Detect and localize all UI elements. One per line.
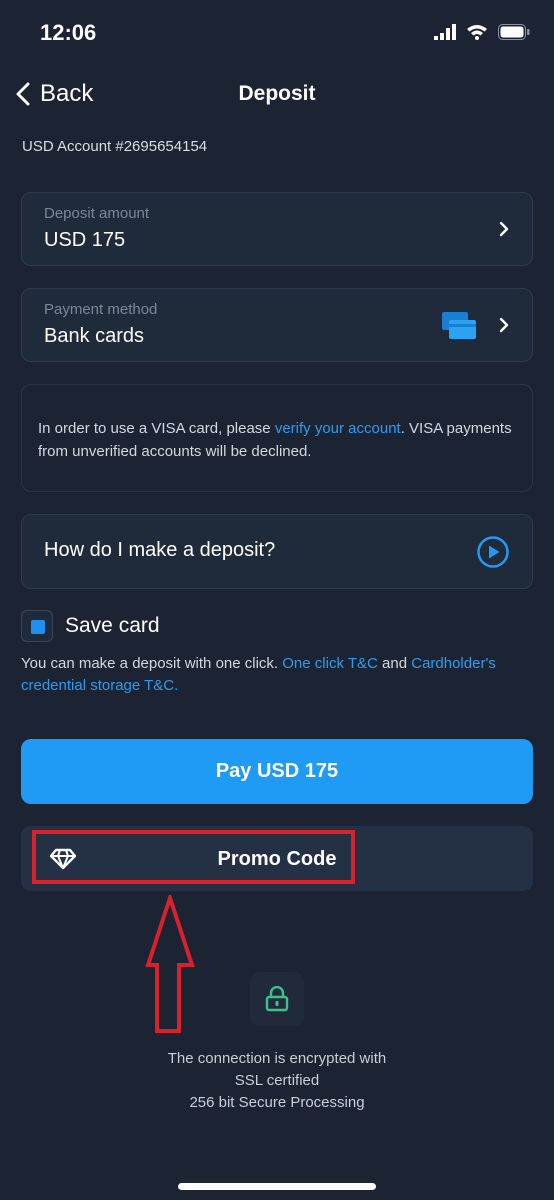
bank-cards-icon <box>442 312 476 339</box>
verify-account-link[interactable]: verify your account <box>275 420 401 437</box>
status-time: 12:06 <box>40 20 97 45</box>
one-click-text: You can make a deposit with one click. <box>21 655 283 672</box>
one-click-and: and <box>377 655 412 672</box>
lock-icon <box>265 986 289 1012</box>
pay-button[interactable]: Pay USD 175 <box>21 739 533 804</box>
security-line-1: The connection is encrypted with <box>167 1050 387 1067</box>
deposit-amount-label: Deposit amount <box>44 205 150 222</box>
save-card-row[interactable]: Save card <box>21 610 160 642</box>
lock-badge <box>250 972 304 1026</box>
chevron-right-icon <box>499 221 509 237</box>
deposit-amount-field[interactable]: Deposit amount USD 175 <box>21 192 533 266</box>
cellular-signal-icon <box>434 24 456 40</box>
save-card-label: Save card <box>65 614 160 637</box>
checkbox-checked-mark <box>31 620 45 634</box>
payment-method-field[interactable]: Payment method Bank cards <box>21 288 533 362</box>
payment-method-label: Payment method <box>44 301 158 318</box>
home-indicator[interactable] <box>178 1183 376 1190</box>
one-click-info: You can make a deposit with one click. O… <box>21 653 536 697</box>
status-bar: 12:06 <box>0 0 554 70</box>
page-title: Deposit <box>238 82 316 105</box>
save-card-checkbox[interactable] <box>21 610 53 642</box>
payment-method-value: Bank cards <box>44 325 145 347</box>
battery-icon <box>498 24 530 40</box>
chevron-right-icon <box>499 317 509 333</box>
visa-verification-notice: In order to use a VISA card, please veri… <box>21 384 533 492</box>
security-line-3: 256 bit Secure Processing <box>189 1094 365 1111</box>
notice-text: In order to use a VISA card, please <box>38 420 275 437</box>
promo-code-button[interactable]: Promo Code <box>21 826 533 891</box>
wifi-icon <box>467 25 487 40</box>
security-line-2: SSL certified <box>234 1072 320 1089</box>
deposit-amount-value: USD 175 <box>44 229 126 251</box>
one-click-tc-link[interactable]: One click T&C <box>282 655 378 672</box>
play-icon <box>477 536 509 568</box>
how-to-deposit-button[interactable]: How do I make a deposit? <box>21 514 533 589</box>
status-icons <box>434 24 530 40</box>
annotation-highlight-box <box>32 830 355 884</box>
annotation-arrow <box>145 895 195 1033</box>
account-label: USD Account #2695654154 <box>22 138 208 155</box>
navigation-bar: Back Deposit <box>0 70 554 120</box>
how-to-deposit-label: How do I make a deposit? <box>44 539 276 561</box>
security-info: The connection is encrypted with SSL cer… <box>0 1048 554 1114</box>
